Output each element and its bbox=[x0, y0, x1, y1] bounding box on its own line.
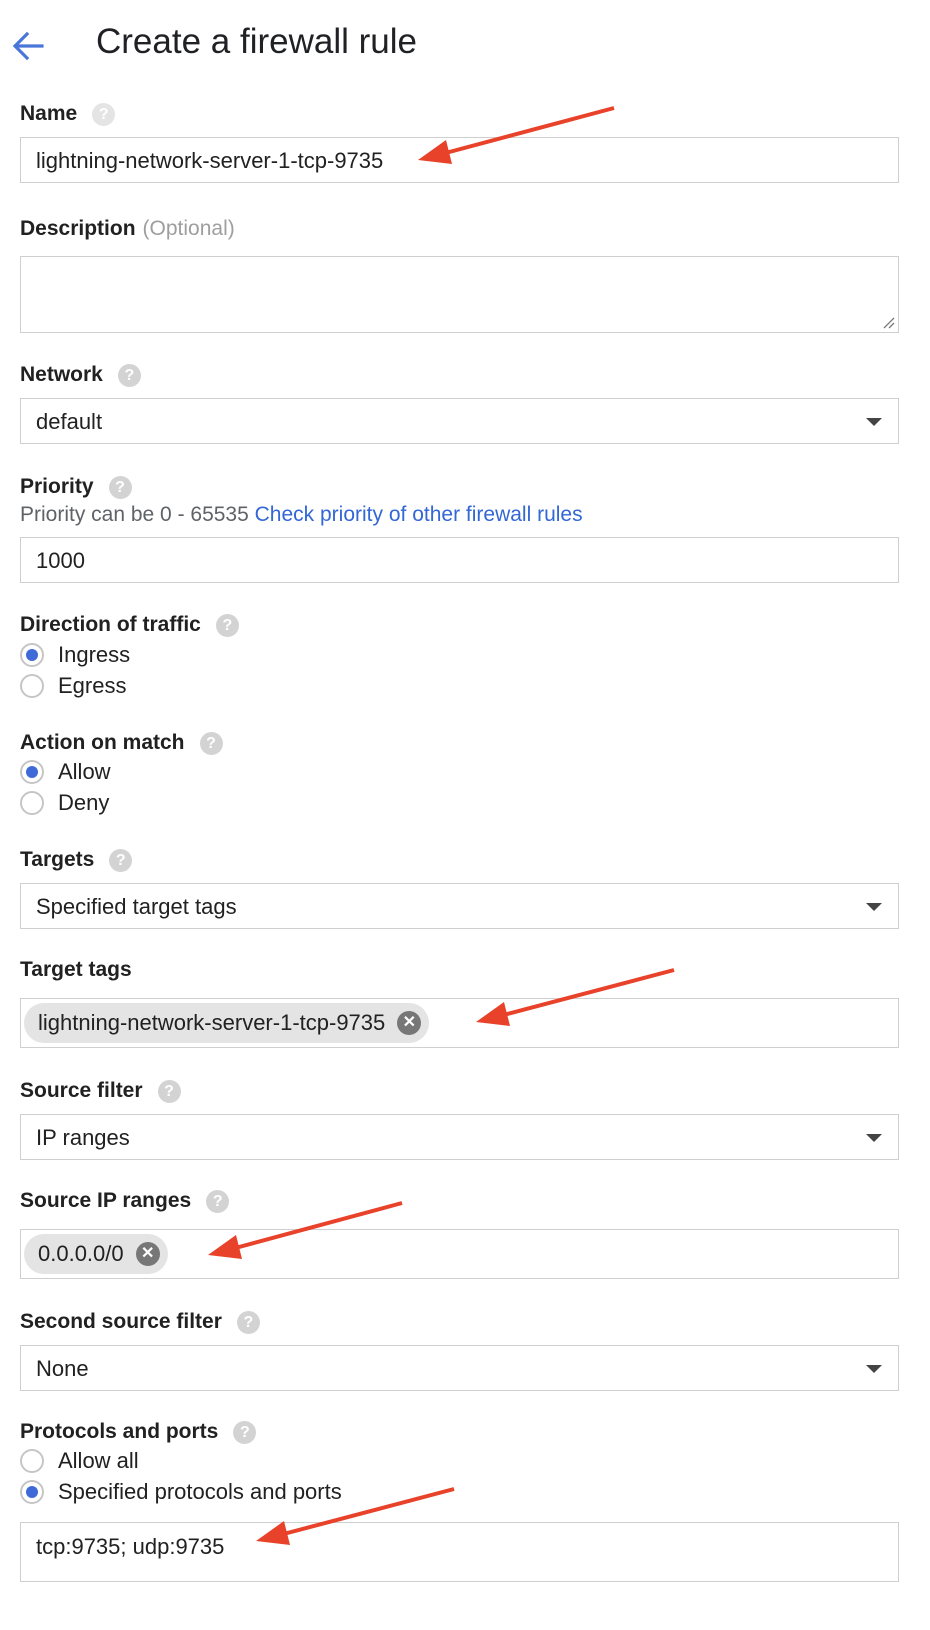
back-button[interactable] bbox=[8, 26, 48, 66]
second-source-filter-label: Second source filter? bbox=[20, 1310, 260, 1334]
priority-hint: Priority can be 0 - 65535 Check priority… bbox=[20, 503, 583, 527]
check-priority-link[interactable]: Check priority of other firewall rules bbox=[255, 503, 583, 526]
name-label: Name? bbox=[20, 102, 116, 126]
priority-hint-text: Priority can be 0 - 65535 bbox=[20, 503, 249, 526]
radio-button[interactable] bbox=[20, 1449, 44, 1473]
optional-note: (Optional) bbox=[142, 217, 235, 240]
close-circle-icon[interactable]: ✕ bbox=[397, 1011, 422, 1035]
help-icon[interactable]: ? bbox=[206, 1189, 230, 1213]
action-label: Action on match? bbox=[20, 731, 223, 755]
protocols-ports-value: tcp:9735; udp:9735 bbox=[36, 1534, 225, 1559]
help-icon[interactable]: ? bbox=[92, 102, 116, 126]
source-ip-ranges-label: Source IP ranges? bbox=[20, 1189, 230, 1213]
second-source-filter-select[interactable]: None bbox=[20, 1345, 899, 1391]
page-title: Create a firewall rule bbox=[96, 22, 417, 61]
help-icon[interactable]: ? bbox=[236, 1310, 260, 1334]
source-filter-select[interactable]: IP ranges bbox=[20, 1114, 899, 1160]
target-tags-field[interactable]: lightning-network-server-1-tcp-9735 ✕ bbox=[20, 998, 899, 1048]
help-icon[interactable]: ? bbox=[117, 363, 141, 387]
network-label: Network? bbox=[20, 363, 141, 387]
radio-button-selected[interactable] bbox=[20, 760, 44, 784]
radio-specified-protocols[interactable]: Specified protocols and ports bbox=[20, 1477, 342, 1507]
radio-egress[interactable]: Egress bbox=[20, 671, 126, 701]
description-label: Description (Optional) bbox=[20, 217, 235, 240]
source-ip-ranges-field[interactable]: 0.0.0.0/0 ✕ bbox=[20, 1229, 899, 1279]
radio-allow-all[interactable]: Allow all bbox=[20, 1446, 139, 1476]
page-header: Create a firewall rule bbox=[0, 0, 930, 96]
protocols-label: Protocols and ports? bbox=[20, 1420, 257, 1444]
resize-handle-icon[interactable] bbox=[881, 315, 895, 329]
help-icon[interactable]: ? bbox=[157, 1079, 181, 1103]
protocols-ports-field[interactable]: tcp:9735; udp:9735 bbox=[20, 1522, 899, 1582]
targets-label: Targets? bbox=[20, 848, 133, 872]
radio-button[interactable] bbox=[20, 791, 44, 815]
radio-ingress[interactable]: Ingress bbox=[20, 640, 130, 670]
network-value: default bbox=[36, 409, 103, 434]
radio-allow[interactable]: Allow bbox=[20, 757, 111, 787]
close-circle-icon[interactable]: ✕ bbox=[135, 1242, 160, 1266]
target-tags-label: Target tags bbox=[20, 958, 132, 981]
chevron-down-icon bbox=[866, 1365, 882, 1373]
chevron-down-icon bbox=[866, 903, 882, 911]
help-icon[interactable]: ? bbox=[233, 1420, 257, 1444]
priority-value: 1000 bbox=[36, 548, 85, 573]
priority-field[interactable]: 1000 bbox=[20, 537, 899, 583]
radio-button-selected[interactable] bbox=[20, 1480, 44, 1504]
network-select[interactable]: default bbox=[20, 398, 899, 444]
source-filter-label: Source filter? bbox=[20, 1079, 181, 1103]
chevron-down-icon bbox=[866, 418, 882, 426]
tag-chip: lightning-network-server-1-tcp-9735 ✕ bbox=[24, 1003, 430, 1043]
name-field[interactable]: lightning-network-server-1-tcp-9735 bbox=[20, 137, 899, 183]
help-icon[interactable]: ? bbox=[108, 475, 132, 499]
second-source-filter-value: None bbox=[36, 1356, 89, 1381]
radio-deny[interactable]: Deny bbox=[20, 788, 109, 818]
priority-label: Priority? bbox=[20, 475, 132, 499]
name-value: lightning-network-server-1-tcp-9735 bbox=[36, 148, 384, 173]
arrow-back-icon bbox=[12, 31, 44, 61]
chevron-down-icon bbox=[866, 1134, 882, 1142]
help-icon[interactable]: ? bbox=[109, 848, 133, 872]
targets-value: Specified target tags bbox=[36, 894, 237, 919]
radio-button-selected[interactable] bbox=[20, 643, 44, 667]
help-icon[interactable]: ? bbox=[215, 613, 239, 637]
radio-button[interactable] bbox=[20, 674, 44, 698]
ip-range-chip: 0.0.0.0/0 ✕ bbox=[24, 1234, 168, 1274]
direction-label: Direction of traffic? bbox=[20, 613, 239, 637]
help-icon[interactable]: ? bbox=[199, 731, 223, 755]
source-filter-value: IP ranges bbox=[36, 1125, 130, 1150]
description-field[interactable] bbox=[20, 256, 899, 333]
targets-select[interactable]: Specified target tags bbox=[20, 883, 899, 929]
